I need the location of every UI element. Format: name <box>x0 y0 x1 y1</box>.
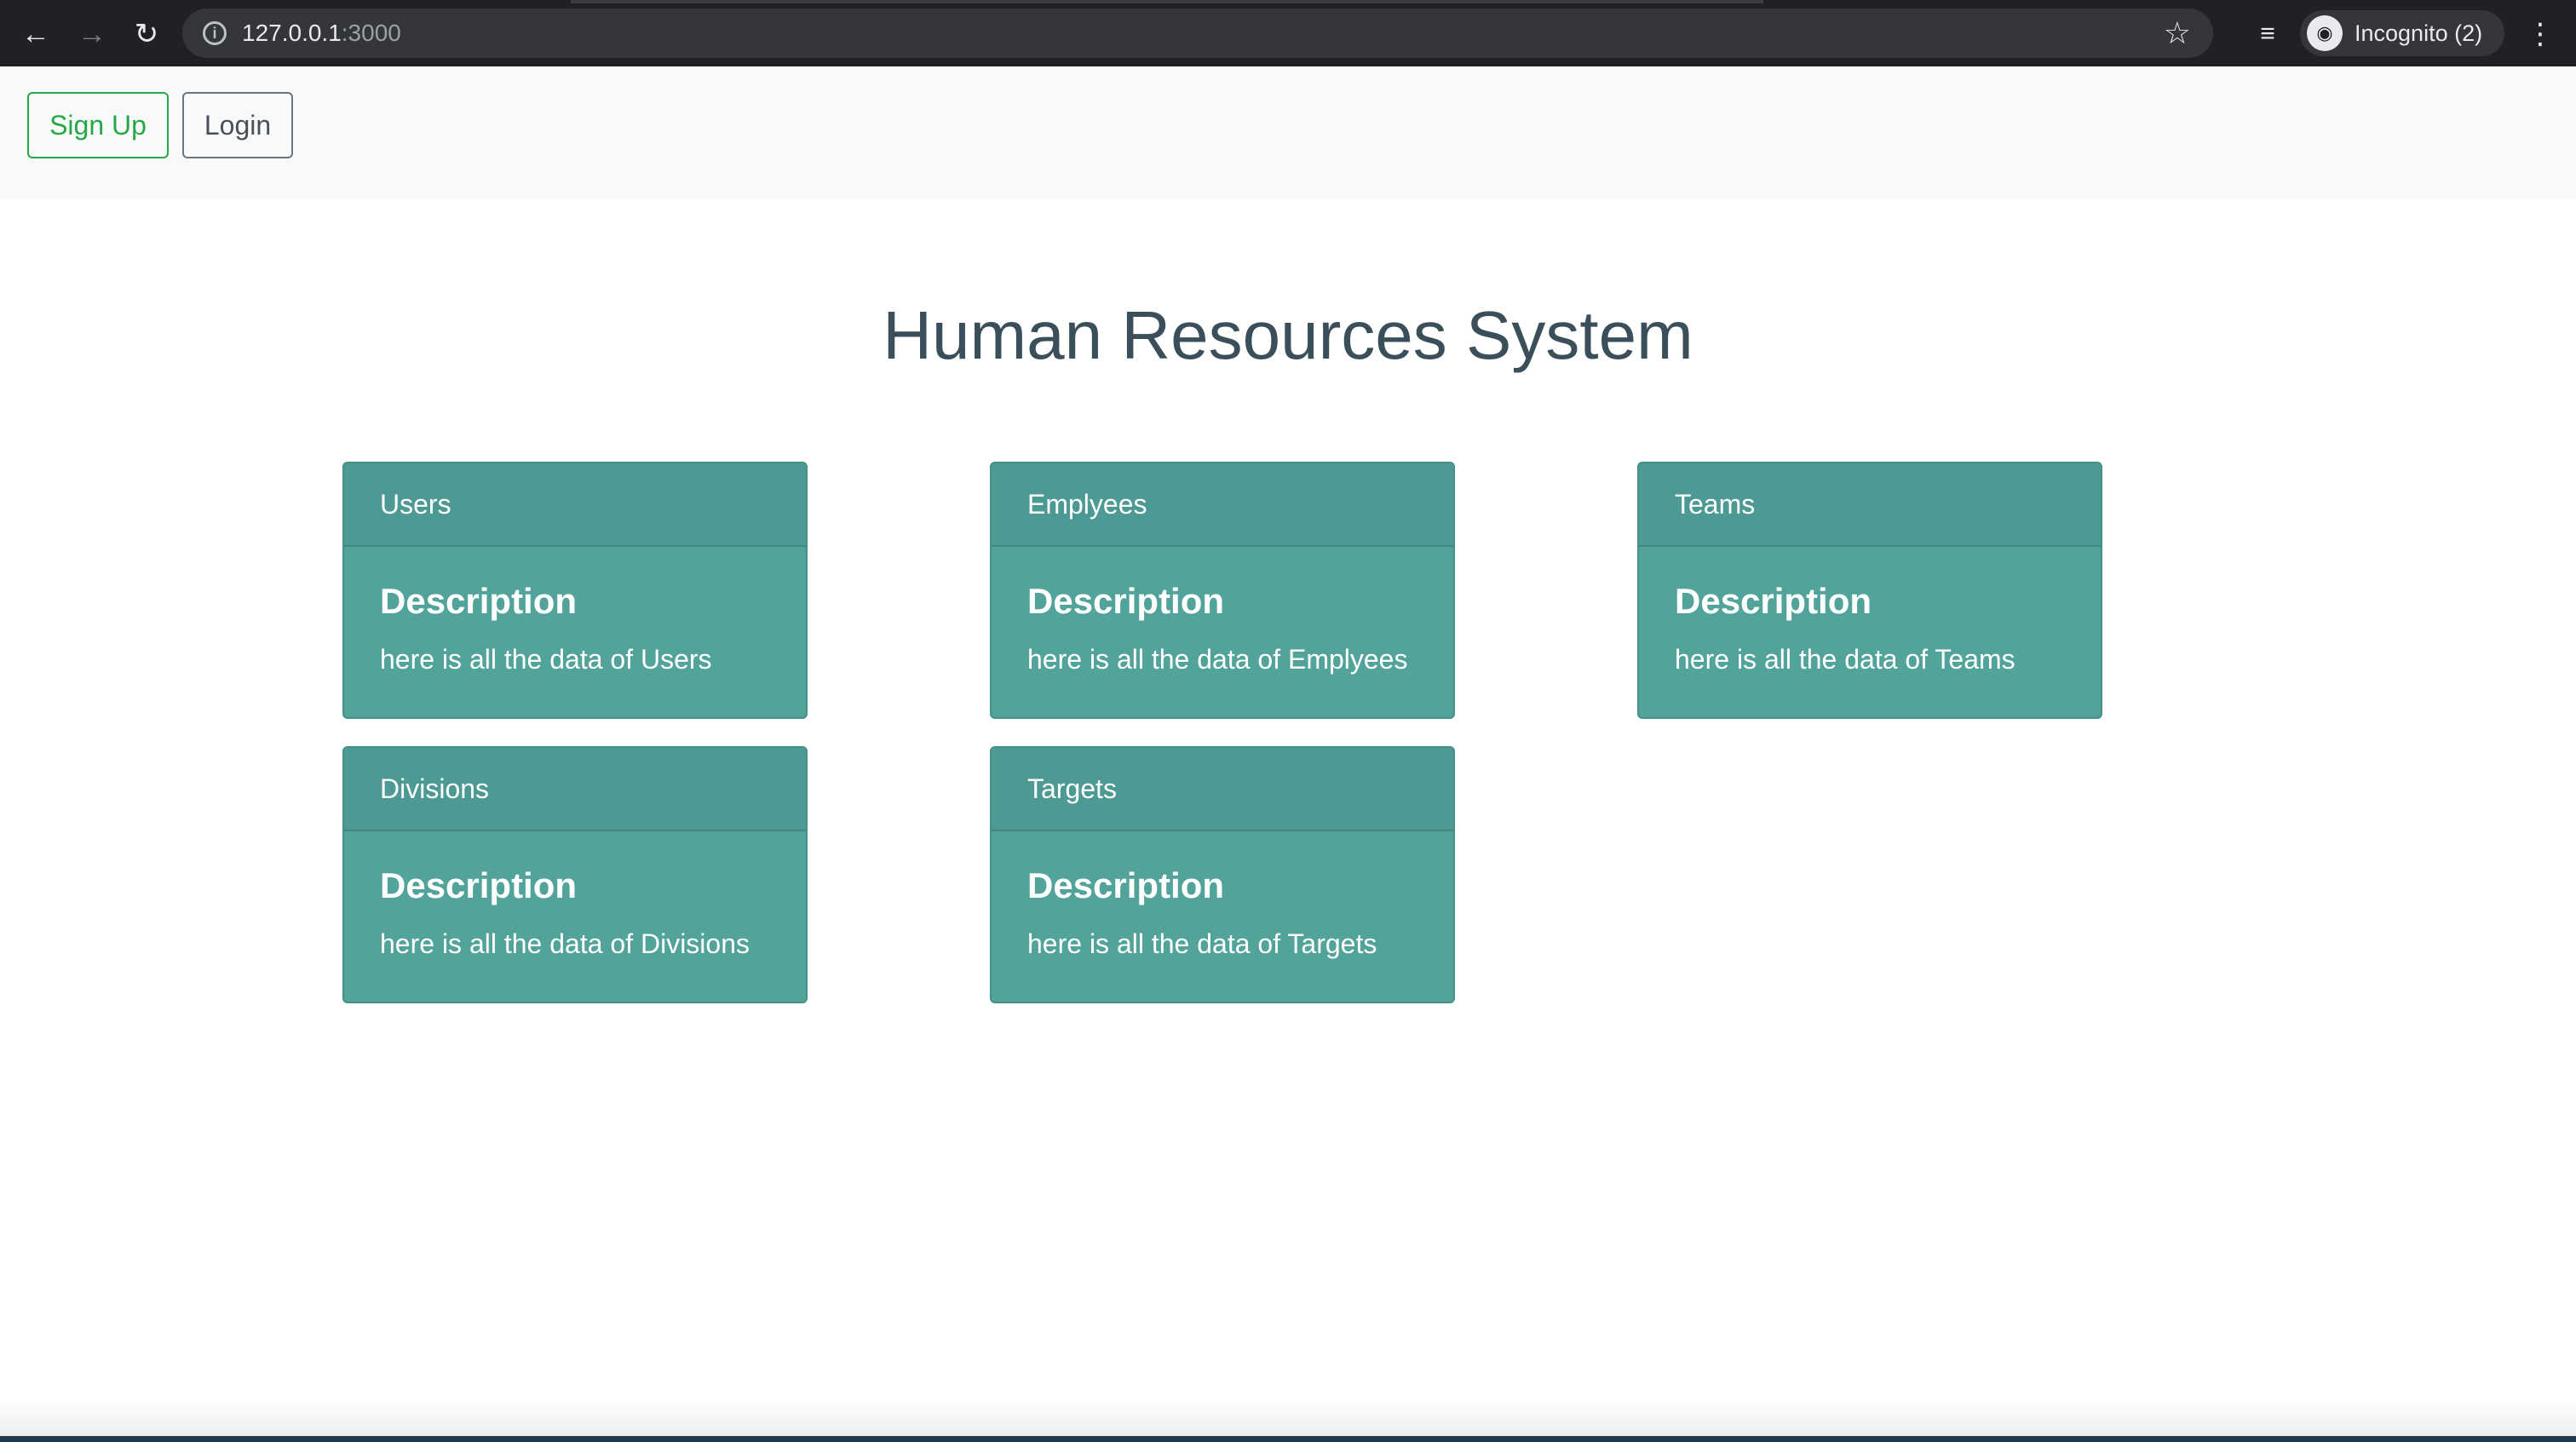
tab-strip-edge <box>571 0 1763 3</box>
card-header: Divisions <box>344 748 806 831</box>
card-text: here is all the data of Emplyees <box>1027 644 1408 675</box>
back-arrow-icon[interactable]: ← <box>17 15 55 53</box>
card-body: Description here is all the data of Empl… <box>992 547 1453 710</box>
card-body: Description here is all the data of User… <box>344 547 806 710</box>
card-text: here is all the data of Teams <box>1675 644 2015 675</box>
sign-up-button[interactable]: Sign Up <box>27 92 169 158</box>
url-text[interactable]: 127.0.0.1:3000 <box>242 20 401 47</box>
window-bottom-edge <box>0 1436 2576 1442</box>
profile-button[interactable]: ◉ Incognito (2) <box>2300 10 2504 56</box>
browser-toolbar: ← → ↻ i 127.0.0.1:3000 ☆ ≡ ◉ Incognito (… <box>0 0 2576 66</box>
forward-arrow-icon[interactable]: → <box>73 15 111 53</box>
card-title: Description <box>1027 865 1225 905</box>
login-button[interactable]: Login <box>182 92 293 158</box>
reload-icon[interactable]: ↻ <box>128 15 165 53</box>
top-navbar: Sign Up Login <box>0 66 2576 199</box>
card-targets[interactable]: Targets Description here is all the data… <box>990 746 1455 1003</box>
card-body: Description here is all the data of Divi… <box>344 831 806 994</box>
card-header: Users <box>344 463 806 547</box>
card-title: Description <box>380 865 578 905</box>
address-bar[interactable]: i 127.0.0.1:3000 ☆ <box>182 9 2213 58</box>
card-users[interactable]: Users Description here is all the data o… <box>342 462 808 719</box>
card-title: Description <box>1675 581 1872 621</box>
kebab-menu-icon[interactable]: ⋮ <box>2521 15 2559 53</box>
url-host: 127.0.0.1 <box>242 20 342 46</box>
incognito-icon: ◉ <box>2307 15 2343 51</box>
card-teams[interactable]: Teams Description here is all the data o… <box>1637 462 2102 719</box>
card-divisions[interactable]: Divisions Description here is all the da… <box>342 746 808 1003</box>
card-title: Description <box>380 581 578 621</box>
card-emplyees[interactable]: Emplyees Description here is all the dat… <box>990 462 1455 719</box>
card-title: Description <box>1027 581 1225 621</box>
card-text: here is all the data of Users <box>380 644 712 675</box>
card-body: Description here is all the data of Targ… <box>992 831 1453 994</box>
card-header: Targets <box>992 748 1453 831</box>
info-icon[interactable]: i <box>203 21 227 45</box>
card-header: Teams <box>1639 463 2101 547</box>
card-body: Description here is all the data of Team… <box>1639 547 2101 710</box>
url-port: :3000 <box>341 20 401 46</box>
tab-search-icon[interactable]: ≡ <box>2249 15 2286 53</box>
card-text: here is all the data of Divisions <box>380 928 750 959</box>
star-icon[interactable]: ☆ <box>2164 15 2191 51</box>
page-title: Human Resources System <box>883 297 1693 373</box>
card-text: here is all the data of Targets <box>1027 928 1377 959</box>
profile-label: Incognito (2) <box>2355 20 2483 46</box>
card-header: Emplyees <box>992 463 1453 547</box>
